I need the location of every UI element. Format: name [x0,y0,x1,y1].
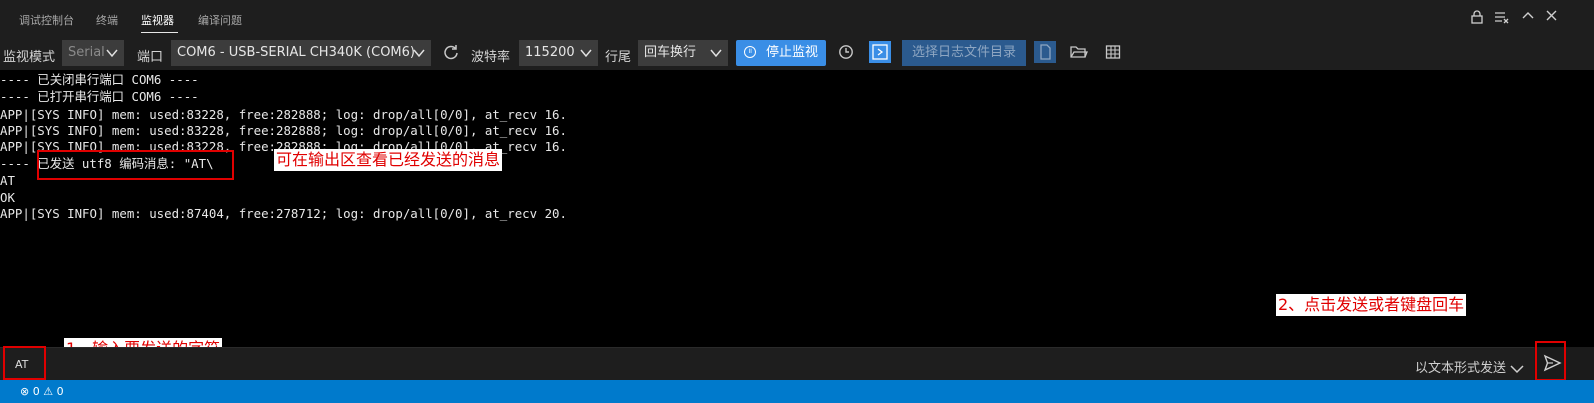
stop-monitor-button[interactable]: ॥ 停止监视 [736,40,826,66]
refresh-icon[interactable] [442,44,460,65]
mode-select-value: Serial [68,45,105,60]
line-ending-select[interactable]: 回车换行 [638,40,728,66]
output-line: APP|[SYS INFO] mem: used:83228, free:282… [0,107,567,122]
send-input[interactable]: AT 以文本形式发送 [0,347,1534,380]
baud-select[interactable]: 115200 [519,40,598,66]
send-mode-select[interactable]: 以文本形式发送 [1415,357,1524,376]
panel-tab-bar: 调试控制台 终端 监视器 编译问题 [0,0,1594,36]
send-input-bar: AT 以文本形式发送 [0,341,1594,381]
mode-select[interactable]: Serial [62,40,124,66]
clear-output-icon[interactable] [1493,10,1511,28]
problems-status[interactable]: ⊗ 0 ⚠ 0 [20,385,64,398]
chevron-up-icon[interactable] [1519,10,1537,25]
lock-icon[interactable] [1468,10,1486,28]
output-line: APP|[SYS INFO] mem: used:87404, free:278… [0,206,567,221]
output-line: ---- 已关闭串行端口 COM6 ---- [0,72,199,87]
tab-monitor[interactable]: 监视器 [141,12,174,28]
send-mode-value: 以文本形式发送 [1415,361,1507,376]
active-tab-indicator [141,32,178,33]
chevron-down-icon [580,40,592,75]
mode-label: 监视模式 [3,50,56,65]
output-line: AT [0,173,15,188]
folder-open-icon[interactable] [1069,44,1089,65]
close-icon[interactable] [1542,10,1560,25]
select-log-dir-button[interactable]: 选择日志文件目录 [902,40,1026,66]
tab-debug-console[interactable]: 调试控制台 [19,12,74,28]
pause-icon: ॥ [744,46,756,58]
log-file-icon[interactable] [1034,41,1056,63]
line-ending-select-value: 回车换行 [644,45,697,60]
output-annotation: 可在输出区查看已经发送的消息 [274,149,503,171]
tab-build-problems[interactable]: 编译问题 [198,12,242,28]
port-select[interactable]: COM6 - USB-SERIAL CH340K (COM6) [171,40,431,66]
output-line: OK [0,190,15,205]
monitor-toolbar: 监视模式 Serial 端口 COM6 - USB-SERIAL CH340K … [0,36,1594,70]
chevron-down-icon [710,40,722,75]
timestamp-icon[interactable] [837,44,855,65]
port-select-value: COM6 - USB-SERIAL CH340K (COM6) [177,45,415,60]
table-view-icon[interactable] [1103,44,1123,65]
hex-display-toggle-icon[interactable] [869,41,891,63]
chevron-down-icon [106,40,118,75]
input-highlight-box [3,346,46,380]
output-line: APP|[SYS INFO] mem: used:83228, free:282… [0,123,567,138]
status-bar: ⊗ 0 ⚠ 0 [0,380,1594,403]
serial-output[interactable]: ---- 已关闭串行端口 COM6 ---- ---- 已打开串行端口 COM6… [0,72,1594,360]
line-ending-label: 行尾 [605,50,632,65]
stop-monitor-label: 停止监视 [766,45,819,60]
baud-label: 波特率 [471,50,511,65]
chevron-down-icon [413,40,425,75]
send-annotation: 2、点击发送或者键盘回车 [1276,294,1467,316]
send-button-highlight-box [1535,341,1566,381]
port-label: 端口 [137,50,164,65]
tab-terminal[interactable]: 终端 [96,12,118,28]
sent-message-highlight-box [37,150,234,180]
baud-select-value: 115200 [525,45,575,60]
output-line: ---- 已打开串行端口 COM6 ---- [0,89,199,104]
